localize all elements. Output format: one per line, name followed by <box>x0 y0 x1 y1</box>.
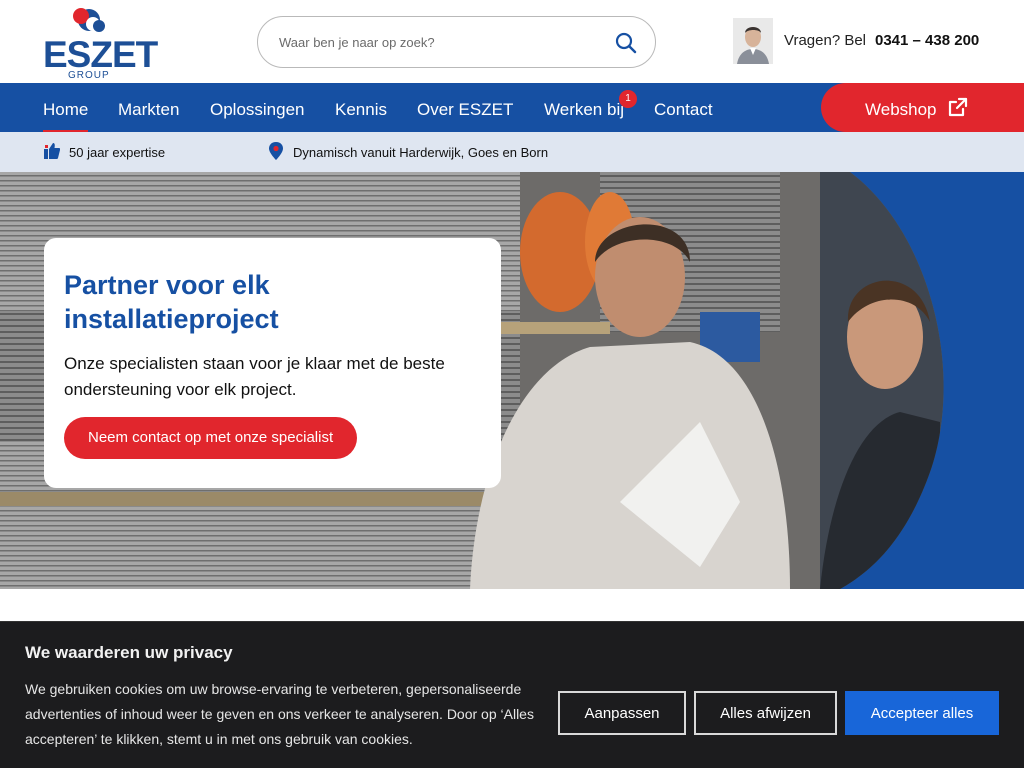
specialist-avatar <box>733 18 773 64</box>
nav-item-home[interactable]: Home <box>43 100 89 133</box>
reject-all-button[interactable]: Alles afwijzen <box>694 691 837 735</box>
external-link-icon <box>948 97 968 117</box>
hero-card: Partner voor elk installatieproject Onze… <box>44 238 501 488</box>
site-header: ESZET GROUP Vragen? Bel 0341 – 438 200 <box>0 0 1024 83</box>
search-icon[interactable] <box>615 32 637 54</box>
usp-bar: 50 jaar expertise Dynamisch vanuit Harde… <box>0 132 1024 172</box>
contact-specialist-button[interactable]: Neem contact op met onze specialist <box>64 417 358 459</box>
usp-expertise: 50 jaar expertise <box>69 145 166 160</box>
hero-title: Partner voor elk installatieproject <box>64 270 279 334</box>
nav-item-werken-bij[interactable]: Werken bij <box>544 100 624 120</box>
usp-locations: Dynamisch vanuit Harderwijk, Goes en Bor… <box>293 145 549 160</box>
logo-subtitle: GROUP <box>68 70 110 81</box>
nav-item-kennis[interactable]: Kennis <box>335 100 387 120</box>
nav-item-contact[interactable]: Contact <box>654 100 713 120</box>
cookie-text: We gebruiken cookies om uw browse-ervari… <box>25 681 534 747</box>
webshop-label: Webshop <box>865 100 937 119</box>
search-box <box>257 16 656 68</box>
customize-button[interactable]: Aanpassen <box>558 691 686 735</box>
search-input[interactable] <box>279 31 599 53</box>
nav-item-markten[interactable]: Markten <box>118 100 179 120</box>
webshop-button[interactable]: Webshop <box>821 83 1024 132</box>
phone-number[interactable]: 0341 – 438 200 <box>875 32 979 49</box>
hero-text: Onze specialisten staan voor je klaar me… <box>64 354 445 399</box>
main-navigation: Home Markten Oplossingen Kennis Over ESZ… <box>0 83 1024 133</box>
contact-prompt: Vragen? Bel <box>784 32 867 49</box>
hero-banner: Partner voor elk installatieproject Onze… <box>0 172 1024 589</box>
nav-item-over-eszet[interactable]: Over ESZET <box>417 100 513 120</box>
location-pin-icon <box>269 142 283 160</box>
eszet-logo[interactable]: ESZET GROUP <box>43 6 158 81</box>
cookie-banner: We waarderen uw privacy We gebruiken coo… <box>0 621 1024 768</box>
accept-all-button[interactable]: Accepteer alles <box>845 691 999 735</box>
nav-item-oplossingen[interactable]: Oplossingen <box>210 100 305 120</box>
logo-wordmark: ESZET <box>43 34 158 75</box>
thumbs-up-icon <box>44 143 60 159</box>
cookie-title: We waarderen uw privacy <box>25 643 233 662</box>
notification-badge: 1 <box>619 90 637 108</box>
